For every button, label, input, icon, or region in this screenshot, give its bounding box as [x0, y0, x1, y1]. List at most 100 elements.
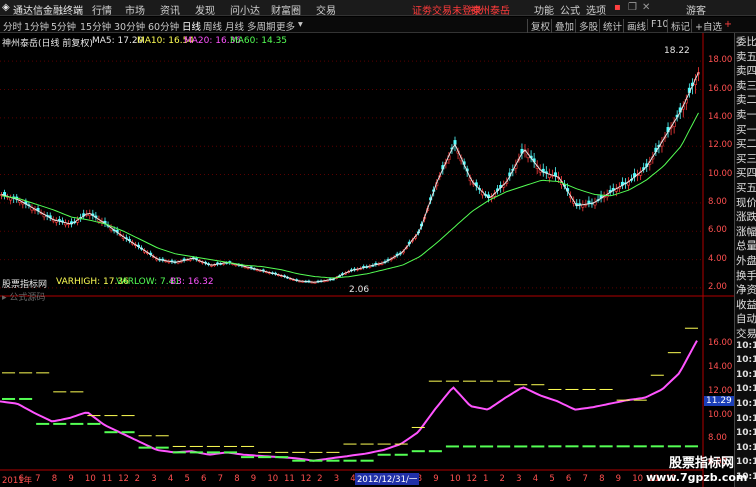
tab-daily[interactable]: 日线 — [182, 19, 201, 33]
tab-30min[interactable]: 30分钟 — [114, 19, 145, 33]
x-tick-label: 4 — [167, 474, 174, 484]
tab-5min[interactable]: 5分钟 — [51, 19, 76, 33]
x-tick-label: 10 — [84, 474, 96, 484]
overlay-button[interactable]: 叠加 — [551, 19, 574, 33]
sidebar-item[interactable]: 涨幅 — [736, 224, 756, 239]
current-value-marker: 11.29 — [704, 396, 734, 406]
sidebar-item[interactable]: 10:12 — [736, 414, 756, 424]
sidebar-item[interactable]: 卖二 — [736, 92, 756, 107]
ma60-legend: MA60: 14.35 — [230, 36, 288, 46]
plus-icon[interactable]: + — [724, 19, 732, 30]
sidebar-item[interactable]: 交易 — [736, 326, 756, 341]
sidebar-item[interactable]: 卖四 — [736, 63, 756, 78]
sidebar-item[interactable]: 买二 — [736, 136, 756, 151]
main-y-tick-5: 8.00 — [708, 196, 727, 207]
close-window-icon[interactable]: ✕ — [642, 2, 650, 13]
x-tick-label: 3 — [151, 474, 157, 484]
menu-item-trade[interactable]: 交易 — [316, 2, 336, 17]
sidebar-item[interactable]: 卖三 — [736, 78, 756, 93]
adjust-button[interactable]: 复权 — [527, 19, 550, 33]
minimize-icon[interactable]: ▪ — [614, 2, 621, 13]
x-tick-label: 8 — [51, 474, 58, 484]
stock-title: 神州泰岳(日线 前复权) — [2, 39, 93, 49]
sidebar-item[interactable]: 现价 — [736, 195, 756, 210]
indicator-y-tick-0: 16.00 — [708, 338, 733, 349]
tab-more[interactable]: 更多 — [276, 19, 295, 33]
main-chart-ma-lines — [1, 72, 699, 283]
restore-icon[interactable]: ❐ — [628, 2, 637, 13]
add-watchlist-button[interactable]: +自选 — [691, 19, 722, 33]
indicator-y-tick-1: 14.00 — [708, 362, 733, 373]
tab-60min[interactable]: 60分钟 — [148, 19, 179, 33]
sidebar-item[interactable]: 委比 — [736, 34, 756, 49]
menu-item-news[interactable]: 资讯 — [160, 2, 180, 17]
menu-item-formula[interactable]: 公式 — [560, 2, 580, 17]
sidebar-item[interactable]: 10:12 — [736, 384, 756, 394]
sidebar-item[interactable]: 净资 — [736, 282, 756, 297]
tab-multi-period[interactable]: 多周期 — [247, 19, 276, 33]
sidebar-item[interactable]: 10:12 — [736, 341, 756, 351]
sidebar-item[interactable]: 买四 — [736, 165, 756, 180]
draw-line-button[interactable]: 画线 — [623, 19, 646, 33]
menu-item-quotes[interactable]: 行情 — [92, 2, 112, 17]
sidebar-item[interactable]: 换手 — [736, 268, 756, 283]
x-tick-label: 2 — [134, 474, 141, 484]
sidebar-item[interactable]: 10:12 — [736, 443, 756, 453]
main-y-tick-3: 12.00 — [708, 140, 733, 151]
menu-item-discover[interactable]: 发现 — [195, 2, 215, 17]
sidebar-item[interactable]: 收益 — [736, 297, 756, 312]
main-y-tick-0: 18.00 — [708, 55, 733, 66]
multi-stock-button[interactable]: 多股 — [575, 19, 598, 33]
sidebar-item[interactable]: 总量 — [736, 238, 756, 253]
sidebar-item[interactable]: 买一 — [736, 122, 756, 137]
main-y-tick-2: 14.00 — [708, 111, 733, 122]
x-tick-label: 9 — [433, 474, 439, 484]
tab-1min[interactable]: 1分钟 — [24, 19, 49, 33]
sidebar-item[interactable]: 卖五 — [736, 49, 756, 64]
menu-item-options[interactable]: 选项 — [586, 2, 606, 17]
tab-timeshare[interactable]: 分时 — [3, 19, 22, 33]
tab-monthly[interactable]: 月线 — [225, 19, 244, 33]
sidebar-item[interactable]: 10:12 — [736, 399, 756, 409]
sidebar-item[interactable]: 涨跌 — [736, 209, 756, 224]
mark-button[interactable]: 标记 — [667, 19, 690, 33]
sidebar-item[interactable]: 卖一 — [736, 107, 756, 122]
x-tick-label: 2011年 — [2, 476, 33, 486]
x-tick-label: 12 — [466, 474, 478, 484]
tab-weekly[interactable]: 周线 — [203, 19, 222, 33]
x-tick-label: 12 — [118, 474, 129, 484]
main-y-tick-4: 10.00 — [708, 168, 733, 179]
current-stock-name: 神州泰岳 — [470, 6, 510, 17]
guest-user[interactable]: 游客 — [686, 2, 706, 17]
main-y-tick-8: 2.00 — [708, 281, 727, 292]
sidebar-item[interactable]: 10:12 — [736, 457, 756, 467]
sidebar-item[interactable]: 买五 — [736, 180, 756, 195]
menu-item-functions[interactable]: 功能 — [534, 2, 554, 17]
more-dropdown-icon[interactable]: ▾ — [298, 19, 303, 30]
formula-source-link[interactable]: ▸ 公式源码 — [2, 290, 45, 303]
indicator-name: 股票指标网 — [2, 280, 48, 290]
menu-item-wealth[interactable]: 财富圈 — [271, 2, 301, 17]
x-tick-label: 12 — [300, 474, 312, 484]
f10-button[interactable]: F10 — [647, 19, 669, 30]
x-tick-label: 10 — [632, 474, 644, 484]
menu-item-market[interactable]: 市场 — [125, 2, 145, 17]
sidebar-item[interactable]: 买三 — [736, 151, 756, 166]
x-tick-label: 8 — [234, 474, 240, 484]
sidebar-item[interactable]: 自动 — [736, 311, 756, 326]
sidebar-item[interactable]: 10:12 — [736, 355, 756, 365]
watermark: 股票指标网 www.7gpzb.com — [646, 452, 747, 486]
sidebar-item[interactable]: 外盘 — [736, 253, 756, 268]
sidebar-item[interactable]: 10:12 — [736, 428, 756, 438]
x-tick-label: 7 — [582, 474, 588, 484]
sidebar-item[interactable]: 10:12 — [736, 370, 756, 380]
tab-15min[interactable]: 15分钟 — [80, 19, 111, 33]
main-y-tick-7: 4.00 — [708, 253, 727, 264]
x-tick-label: 10 — [449, 474, 461, 484]
x-tick-label: 1 — [482, 474, 489, 484]
statistics-button[interactable]: 统计 — [599, 19, 622, 33]
chart-canvas[interactable] — [0, 33, 734, 487]
x-tick-label: 2 — [317, 474, 323, 484]
menu-item-ask[interactable]: 问小达 — [230, 2, 260, 17]
indicator-lines — [0, 327, 698, 462]
